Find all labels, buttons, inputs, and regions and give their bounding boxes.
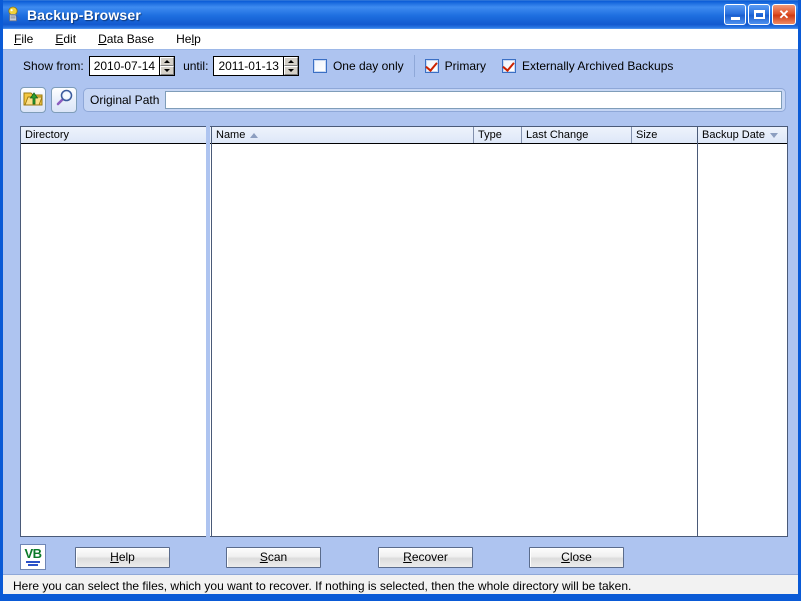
column-header-directory[interactable]: Directory <box>21 127 214 143</box>
until-spinner[interactable] <box>282 57 298 75</box>
show-from-date-value: 2010-07-14 <box>89 57 160 75</box>
menu-item-file[interactable]: File <box>3 30 44 48</box>
button-bar: VB Help Scan Recover Close <box>3 542 798 572</box>
menu-item-help[interactable]: Help <box>165 30 212 48</box>
externally-archived-checkbox[interactable] <box>502 59 516 73</box>
app-icon <box>4 6 22 24</box>
show-from-spinner-up[interactable] <box>160 57 175 66</box>
close-button[interactable]: ✕ <box>772 4 796 25</box>
original-path-input[interactable] <box>165 91 782 109</box>
window-controls: ✕ <box>724 4 796 25</box>
column-header-type[interactable]: Type <box>474 127 522 143</box>
sort-ascending-icon <box>250 132 259 138</box>
column-header-last-change[interactable]: Last Change <box>522 127 632 143</box>
help-button[interactable]: Help <box>75 546 170 568</box>
sort-descending-icon <box>769 132 778 138</box>
externally-archived-label: Externally Archived Backups <box>522 59 674 73</box>
primary-label: Primary <box>444 59 486 73</box>
toolbar: Original Path <box>3 82 798 118</box>
show-from-label: Show from: <box>23 59 84 73</box>
arrow-up-icon <box>287 60 294 63</box>
one-day-only-checkbox[interactable] <box>312 59 327 73</box>
one-day-only-label: One day only <box>332 59 404 73</box>
arrow-up-icon <box>164 60 171 63</box>
magnifier-icon <box>55 88 74 112</box>
minimize-button[interactable] <box>724 4 746 25</box>
until-date-value: 2011-01-13 <box>214 57 283 75</box>
window-bottom-edge <box>3 594 798 598</box>
close-action-button[interactable]: Close <box>529 546 624 568</box>
titlebar: Backup-Browser ✕ <box>3 0 798 29</box>
vb-logo-line <box>26 561 40 563</box>
search-button[interactable] <box>51 87 77 113</box>
recover-button[interactable]: Recover <box>378 546 473 568</box>
column-header-size[interactable]: Size <box>632 127 697 143</box>
application-window: Backup-Browser ✕ File Edit Data Base Hel… <box>0 0 801 601</box>
maximize-icon <box>753 10 765 19</box>
file-list-header-row: Name Type Last Change Size <box>212 127 697 144</box>
original-path-label: Original Path <box>90 93 160 107</box>
vb-logo: VB <box>20 544 46 570</box>
show-from-date-field[interactable]: 2010-07-14 <box>88 56 176 76</box>
primary-checkbox[interactable] <box>424 59 439 73</box>
arrow-down-icon <box>287 69 294 72</box>
window-title: Backup-Browser <box>27 7 142 23</box>
directory-list-panel[interactable]: Directory <box>20 126 215 537</box>
backup-date-header-row: Backup Date <box>698 127 787 144</box>
backup-date-panel[interactable]: Backup Date <box>697 126 788 537</box>
filter-divider <box>413 55 415 77</box>
until-date-field[interactable]: 2011-01-13 <box>213 56 299 76</box>
restore-button[interactable] <box>20 87 46 113</box>
close-icon: ✕ <box>778 7 790 22</box>
vb-logo-line-2 <box>28 564 38 566</box>
show-from-spinner[interactable] <box>159 57 175 75</box>
menu-item-database[interactable]: Data Base <box>87 30 165 48</box>
original-path-group: Original Path <box>83 88 786 112</box>
maximize-button[interactable] <box>748 4 770 25</box>
file-list-panel[interactable]: Name Type Last Change Size <box>211 126 698 537</box>
until-spinner-up[interactable] <box>283 57 298 66</box>
column-header-backup-date[interactable]: Backup Date <box>698 127 787 143</box>
directory-header-row: Directory <box>21 127 214 144</box>
filter-bar: Show from: 2010-07-14 until: 2011-01-13 … <box>3 50 798 82</box>
menu-item-edit[interactable]: Edit <box>44 30 87 48</box>
until-label: until: <box>183 59 209 73</box>
menubar: File Edit Data Base Help <box>3 29 798 50</box>
status-message: Here you can select the files, which you… <box>13 579 632 593</box>
arrow-down-icon <box>164 69 171 72</box>
folder-up-icon <box>23 89 43 112</box>
column-header-name[interactable]: Name <box>212 127 474 143</box>
minimize-icon <box>730 16 740 20</box>
scan-button[interactable]: Scan <box>226 546 321 568</box>
until-spinner-down[interactable] <box>283 66 298 75</box>
panel-splitter[interactable] <box>206 126 210 537</box>
show-from-spinner-down[interactable] <box>160 66 175 75</box>
vb-logo-text: VB <box>24 546 42 561</box>
